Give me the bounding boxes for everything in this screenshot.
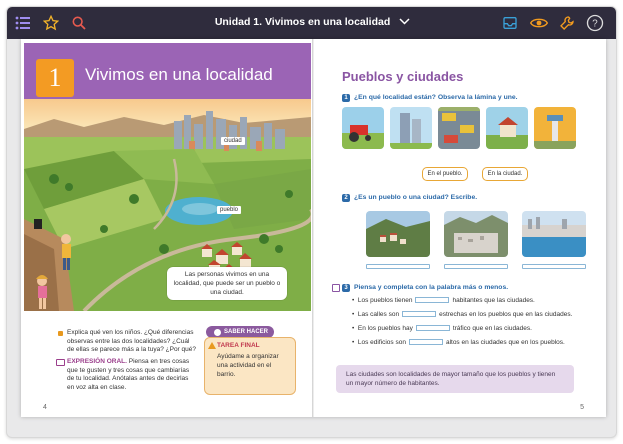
question-3-number: 3 [342,284,350,292]
question-3: 3 Piensa y completa con la palabra más o … [342,284,508,292]
fill-3-input[interactable] [415,325,450,332]
answer-field-3[interactable] [522,264,586,269]
fill-row-1: • Los pueblos tienen habitantes que las c… [352,297,535,304]
fill-1-input[interactable] [415,297,450,304]
oral-expression-activity: EXPRESIÓN ORAL. Piensa en tres cosas que… [67,358,197,392]
illustration-caption: Las personas vivimos en una localidad, q… [167,267,287,300]
fill-1-after: habitantes que las ciudades. [452,297,535,304]
answer-field-2[interactable] [444,264,508,269]
eye-icon[interactable] [529,13,549,33]
question-2-number: 2 [342,194,350,202]
help-label: ? [592,18,598,29]
arrow-circle-icon [214,328,221,336]
fill-4-after: altos en las ciudades que en los pueblos… [445,339,565,346]
photo-village [366,211,430,257]
summary-box: Las ciudades son localidades de mayor ta… [336,365,574,393]
warning-icon [208,342,216,349]
oral-expression-label: EXPRESIÓN ORAL. [67,358,127,365]
page-number-left: 4 [43,404,47,411]
question-1-number: 1 [342,94,350,102]
image-skyscraper[interactable] [390,107,432,149]
help-icon[interactable]: ? [585,13,605,33]
question-2: 2 ¿Es un pueblo o una ciudad? Escribe. [342,194,477,202]
fill-3-before: En los pueblos hay [357,325,413,332]
match-ciudad[interactable]: En la ciudad. [482,167,528,181]
question-1-text: ¿En qué localidad están? Observa la lámi… [354,94,518,101]
photo-city-valley [444,211,508,257]
top-toolbar: Unidad 1. Vivimos en una localidad ? [7,7,616,39]
textbook-spread: 1 Vivimos en una localidad ciudad pueblo… [21,39,606,417]
unit-number: 1 [36,59,74,97]
fill-row-2: • Las calles son estrechas en los pueblos… [352,311,573,318]
fill-2-before: Las calles son [357,311,400,318]
photo-coastal-city [522,211,586,257]
fill-1-before: Los pueblos tienen [357,297,413,304]
bullet-icon [58,331,63,336]
wrench-icon[interactable] [557,13,577,33]
pencil-icon [332,284,340,292]
fill-3-after: tráfico que en las ciudades. [452,325,532,332]
image-traffic[interactable] [438,107,480,149]
fill-4-input[interactable] [408,339,443,346]
unit-title: Vivimos en una localidad [85,65,273,84]
fill-2-after: estrechas en los pueblos que en las ciud… [439,311,573,318]
question-1: 1 ¿En qué localidad están? Observa la lám… [342,94,518,102]
saber-hacer-label: SABER HACER [224,329,269,335]
left-page: 1 Vivimos en una localidad ciudad pueblo… [21,39,313,417]
fill-4-before: Los edificios son [357,339,406,346]
page-number-right: 5 [580,404,584,411]
image-tractor[interactable] [342,107,384,149]
unit-selector[interactable]: Unidad 1. Vivimos en una localidad [7,16,616,28]
unit-selector-label: Unidad 1. Vivimos en una localidad [214,16,391,28]
app-frame: Unidad 1. Vivimos en una localidad ? 1 V… [6,6,617,438]
right-page: Pueblos y ciudades 1 ¿En qué localidad es… [314,39,606,417]
section-title: Pueblos y ciudades [342,69,464,84]
answer-field-1[interactable] [366,264,430,269]
image-airport-tower[interactable] [534,107,576,149]
city-label: ciudad [221,137,245,145]
fill-2-input[interactable] [402,311,437,318]
final-task-box: TAREA FINAL Ayúdame a organizar una acti… [204,337,296,395]
final-task-text: Ayúdame a organizar una actividad en el … [217,353,279,378]
fill-row-4: • Los edificios son altos en las ciudades… [352,339,565,346]
activity-explain-text: Explica qué ven los niños. ¿Qué diferenc… [67,329,196,353]
match-pueblo[interactable]: En el pueblo. [422,167,468,181]
image-house[interactable] [486,107,528,149]
chevron-down-icon [399,16,410,28]
question-3-text: Piensa y completa con la palabra más o m… [354,284,509,291]
tray-icon[interactable] [500,13,520,33]
fill-row-3: • En los pueblos hay tráfico que en las c… [352,325,532,332]
final-task-title: TAREA FINAL [217,342,260,349]
question-2-text: ¿Es un pueblo o una ciudad? Escribe. [354,194,478,201]
village-label: pueblo [217,206,242,214]
speech-icon [56,359,65,366]
